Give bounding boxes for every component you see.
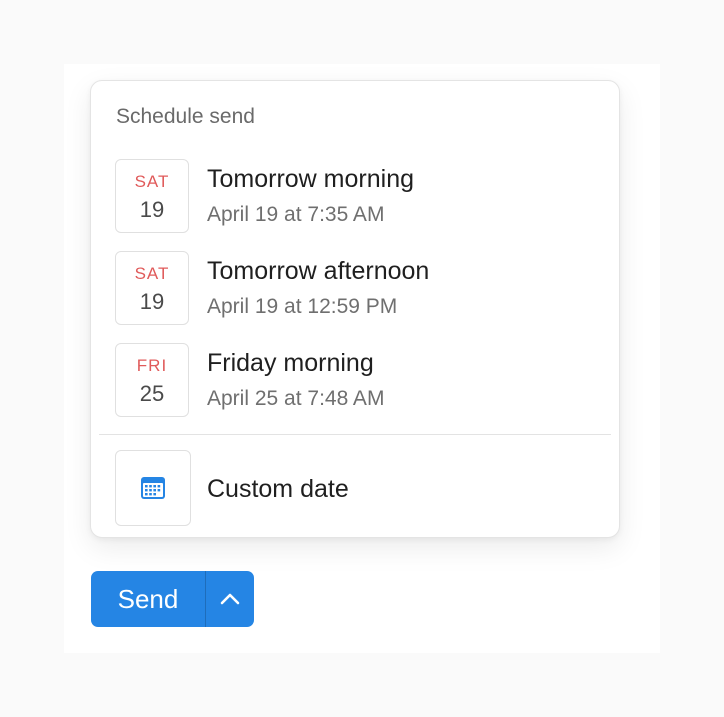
chevron-up-icon bbox=[220, 593, 240, 605]
option-time: April 25 at 7:48 AM bbox=[207, 387, 385, 410]
schedule-option-tomorrow-morning[interactable]: SAT 19 Tomorrow morning April 19 at 7:35… bbox=[115, 159, 595, 235]
schedule-option-custom-date[interactable]: Custom date bbox=[115, 450, 595, 526]
date-tile: SAT 19 bbox=[115, 159, 189, 233]
tile-weekday: SAT bbox=[134, 264, 170, 283]
custom-date-tile bbox=[115, 450, 191, 526]
option-time: April 19 at 12:59 PM bbox=[207, 295, 398, 318]
tile-date: 25 bbox=[139, 381, 165, 406]
send-button-group: Send bbox=[91, 571, 254, 627]
tile-weekday: SAT bbox=[134, 172, 170, 191]
tile-date: 19 bbox=[139, 197, 165, 222]
popover-divider bbox=[99, 434, 611, 435]
date-tile: SAT 19 bbox=[115, 251, 189, 325]
schedule-send-toggle-button[interactable] bbox=[206, 571, 254, 627]
schedule-option-tomorrow-afternoon[interactable]: SAT 19 Tomorrow afternoon April 19 at 12… bbox=[115, 251, 595, 327]
option-label: Tomorrow afternoon bbox=[207, 257, 430, 285]
popover-title: Schedule send bbox=[116, 105, 255, 128]
schedule-send-popover: Schedule send SAT 19 Tomorrow morning Ap… bbox=[90, 80, 620, 538]
tile-date: 19 bbox=[139, 289, 165, 314]
send-button[interactable]: Send bbox=[91, 571, 205, 627]
option-time: April 19 at 7:35 AM bbox=[207, 203, 385, 226]
tile-weekday: FRI bbox=[136, 356, 168, 375]
date-tile: FRI 25 bbox=[115, 343, 189, 417]
option-label: Tomorrow morning bbox=[207, 165, 415, 193]
custom-date-label: Custom date bbox=[207, 475, 349, 503]
calendar-icon bbox=[141, 477, 165, 499]
schedule-option-friday-morning[interactable]: FRI 25 Friday morning April 25 at 7:48 A… bbox=[115, 343, 595, 419]
option-label: Friday morning bbox=[207, 349, 374, 377]
